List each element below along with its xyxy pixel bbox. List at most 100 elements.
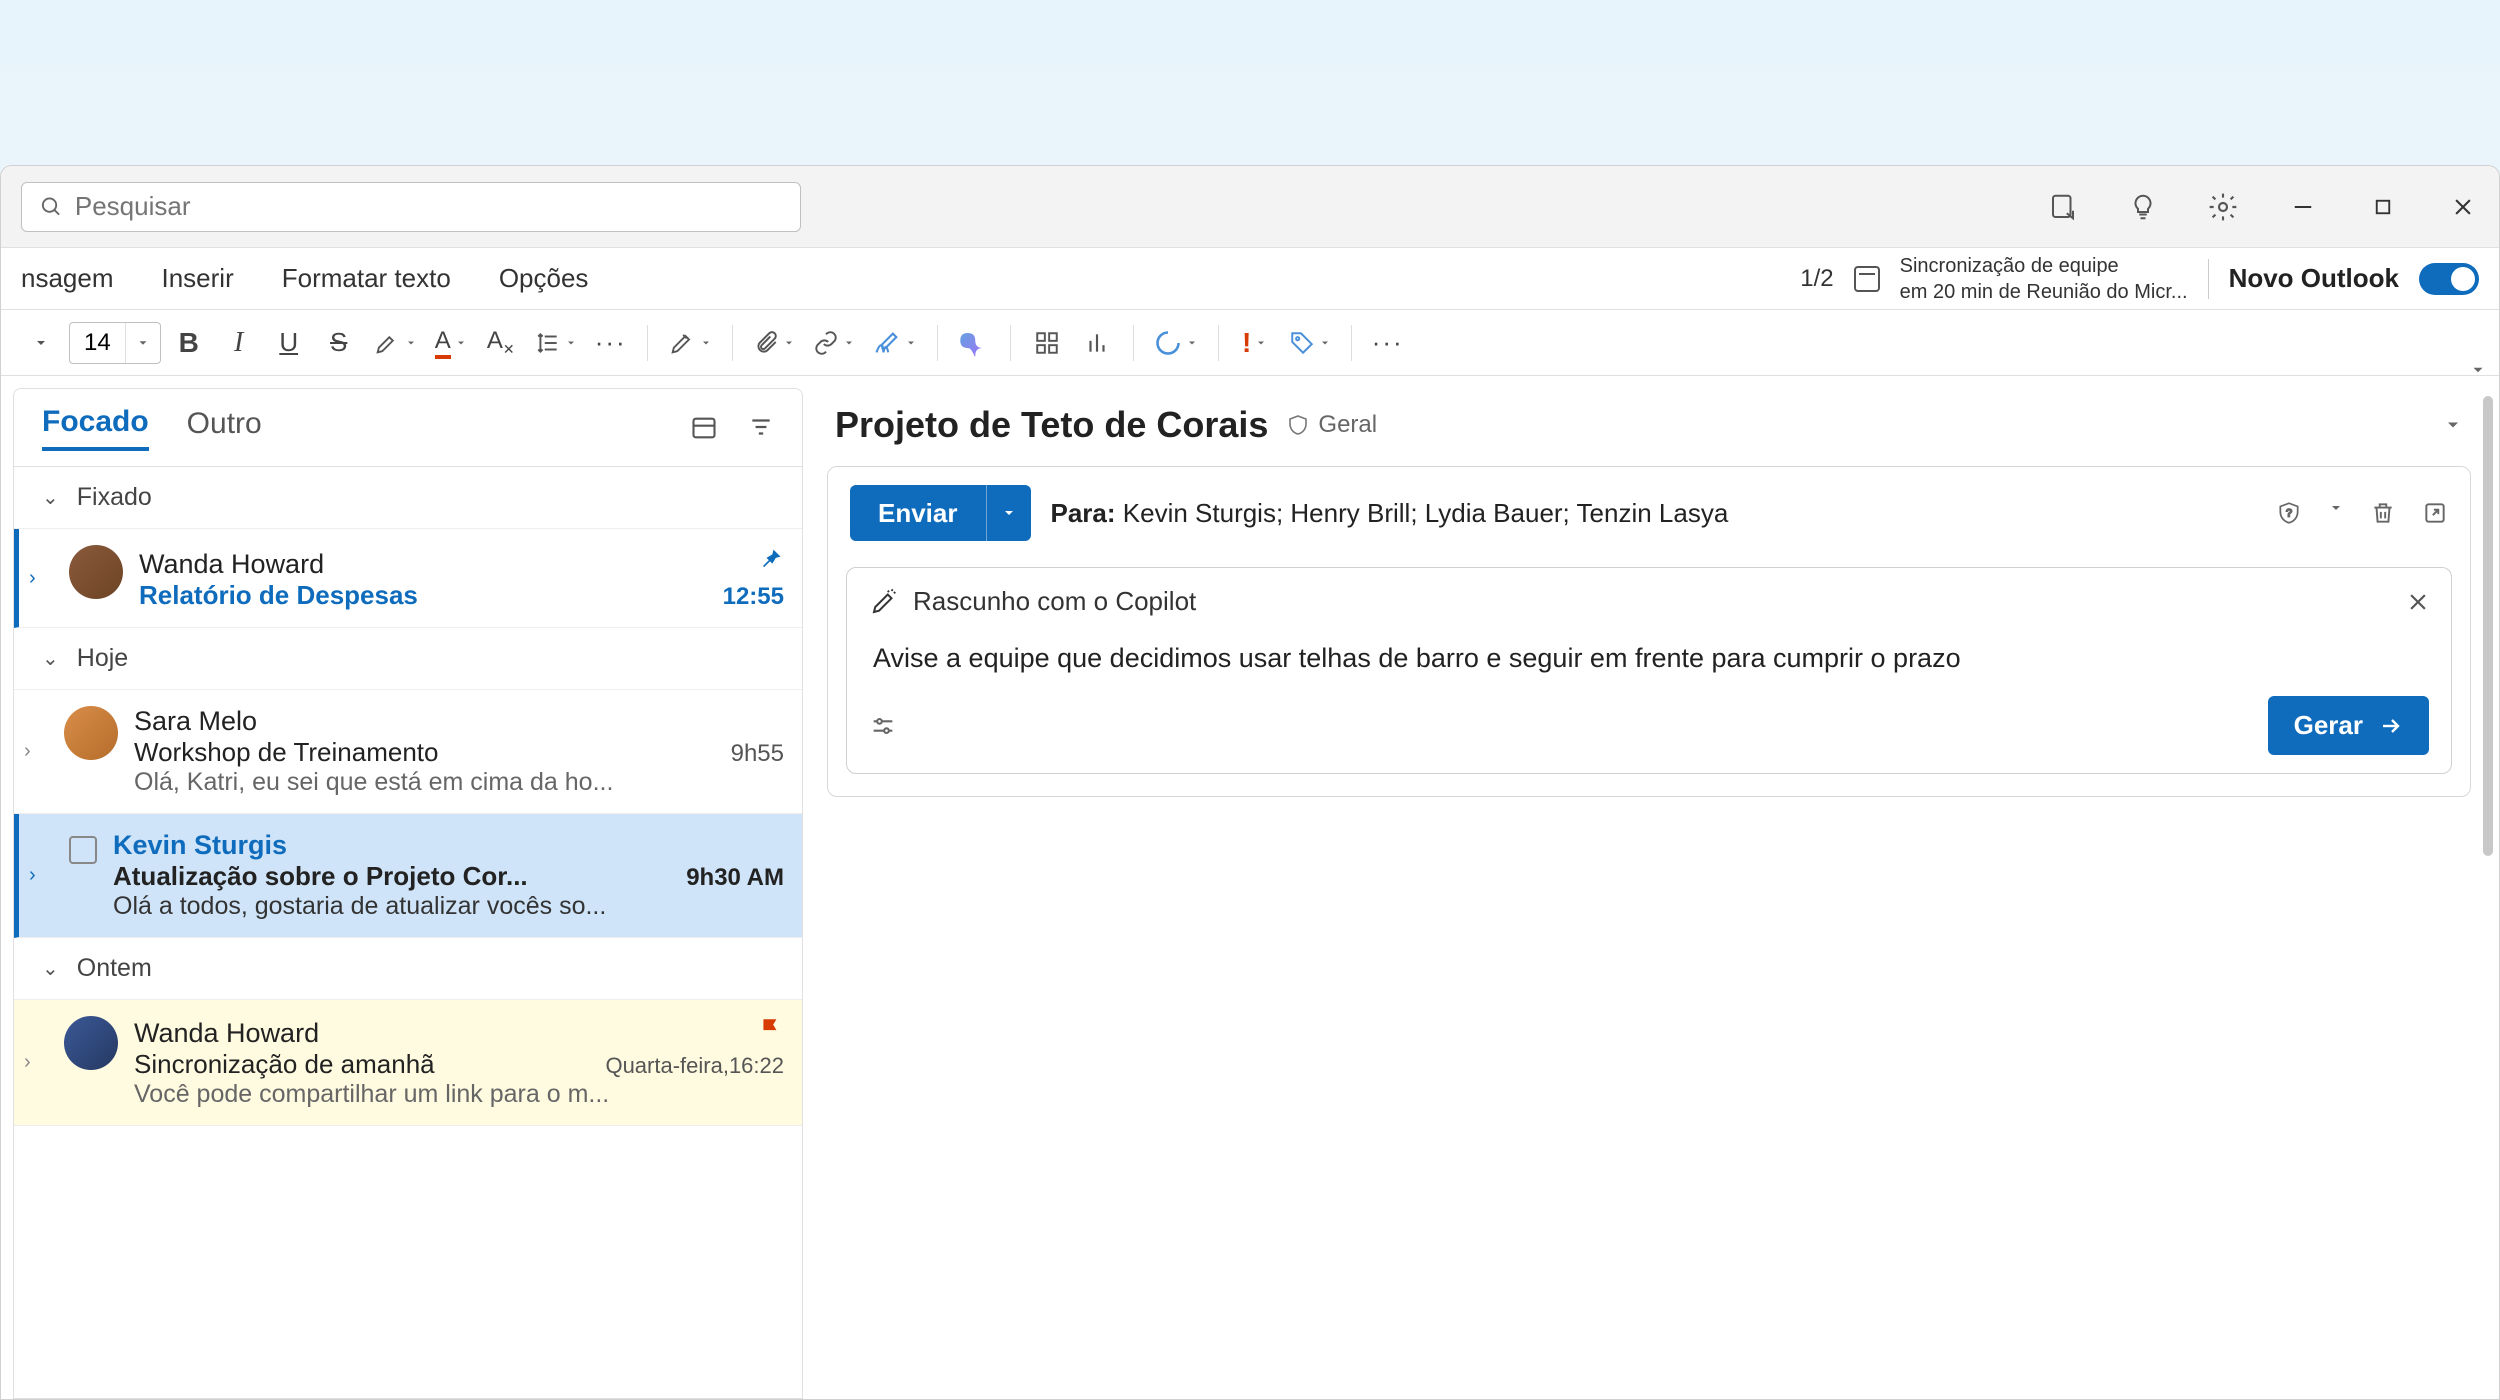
divider <box>2208 259 2209 299</box>
separator <box>732 325 733 361</box>
italic-button[interactable]: I <box>217 321 261 365</box>
expand-arrow-icon[interactable]: › <box>29 864 53 887</box>
lightbulb-icon[interactable] <box>2127 191 2159 223</box>
expand-arrow-icon[interactable]: › <box>24 740 48 763</box>
flag-icon[interactable] <box>758 1016 784 1042</box>
message-item-flagged[interactable]: › Wanda Howard Sincronização de amanhã Q… <box>14 1000 802 1126</box>
search-box[interactable] <box>21 182 801 232</box>
loop-button[interactable] <box>1148 321 1204 365</box>
signature-button[interactable] <box>867 321 923 365</box>
ribbon-tab-insert[interactable]: Inserir <box>162 263 234 294</box>
ribbon-tab-message[interactable]: nsagem <box>21 263 114 294</box>
section-yesterday[interactable]: ⌄ Ontem <box>14 938 802 1000</box>
message-preview: Você pode compartilhar um link para o m.… <box>134 1080 784 1109</box>
calendar-icon[interactable] <box>1854 266 1880 292</box>
font-family-dropdown[interactable] <box>19 321 63 365</box>
importance-button[interactable]: ! <box>1233 321 1277 365</box>
sync-line2: em 20 min de Reunião do Micr... <box>1900 279 2188 305</box>
category-label: Geral <box>1318 411 1377 439</box>
expand-arrow-icon[interactable]: › <box>29 567 53 590</box>
copilot-pen-icon <box>869 587 899 617</box>
send-options-dropdown[interactable] <box>986 485 1031 541</box>
close-button[interactable] <box>2447 191 2479 223</box>
search-input[interactable] <box>75 191 782 222</box>
message-subject: Sincronização de amanhã <box>134 1049 435 1080</box>
font-color-button[interactable]: A <box>429 321 473 365</box>
avatar <box>69 545 123 599</box>
section-pinned[interactable]: ⌄ Fixado <box>14 467 802 529</box>
send-button[interactable]: Enviar <box>850 485 986 541</box>
scrollbar[interactable] <box>2483 396 2495 896</box>
overflow-button[interactable]: ··· <box>1366 321 1410 365</box>
titlebar <box>1 166 2499 248</box>
maximize-button[interactable] <box>2367 191 2399 223</box>
chevron-down-icon[interactable] <box>2328 500 2344 526</box>
gear-icon[interactable] <box>2207 191 2239 223</box>
ribbon-tab-format[interactable]: Formatar texto <box>282 263 451 294</box>
pin-icon[interactable] <box>756 545 784 573</box>
delete-icon[interactable] <box>2370 500 2396 526</box>
generate-button[interactable]: Gerar <box>2268 696 2429 755</box>
more-format-button[interactable]: ··· <box>589 321 633 365</box>
list-tabs: Focado Outro <box>14 389 802 467</box>
popout-icon[interactable] <box>2422 500 2448 526</box>
thread-category[interactable]: Geral <box>1286 411 1377 439</box>
message-item[interactable]: › Sara Melo Workshop de Treinamento 9h55… <box>14 690 802 814</box>
chevron-down-icon: ⌄ <box>42 485 59 510</box>
font-size-select[interactable]: 14 <box>69 322 161 364</box>
separator <box>1218 325 1219 361</box>
bold-button[interactable]: B <box>167 321 211 365</box>
thread-collapse-caret[interactable] <box>2443 415 2463 435</box>
message-from: Kevin Sturgis <box>113 830 287 861</box>
sync-info[interactable]: Sincronização de equipe em 20 min de Reu… <box>1900 253 2188 305</box>
underline-button[interactable]: U <box>267 321 311 365</box>
attach-button[interactable] <box>747 321 801 365</box>
message-item-selected[interactable]: › Kevin Sturgis Atualização sobre o Proj… <box>14 814 802 938</box>
minimize-button[interactable] <box>2287 191 2319 223</box>
message-from: Wanda Howard <box>139 549 324 580</box>
compose-header: Enviar Para: Kevin Sturgis; Henry Brill;… <box>828 467 2470 559</box>
highlight-button[interactable] <box>367 321 423 365</box>
to-recipients: Kevin Sturgis; Henry Brill; Lydia Bauer;… <box>1123 498 1729 528</box>
tab-other[interactable]: Outro <box>187 407 262 449</box>
clear-format-button[interactable]: A✕ <box>479 321 523 365</box>
section-label: Fixado <box>77 483 152 512</box>
notes-icon[interactable] <box>2047 191 2079 223</box>
select-checkbox[interactable] <box>69 836 97 864</box>
avatar <box>64 1016 118 1070</box>
poll-button[interactable] <box>1075 321 1119 365</box>
copilot-prompt-input[interactable] <box>869 633 2429 696</box>
section-today[interactable]: ⌄ Hoje <box>14 628 802 690</box>
apps-button[interactable] <box>1025 321 1069 365</box>
styles-button[interactable] <box>662 321 718 365</box>
message-from: Sara Melo <box>134 706 257 737</box>
line-spacing-button[interactable] <box>529 321 583 365</box>
to-label: Para: <box>1051 498 1116 528</box>
to-field[interactable]: Para: Kevin Sturgis; Henry Brill; Lydia … <box>1051 498 1729 529</box>
message-time: 9h55 <box>731 740 784 768</box>
chevron-down-icon <box>125 323 160 363</box>
message-item-pinned[interactable]: › Wanda Howard Relatório de Despesas 12:… <box>14 529 802 628</box>
link-button[interactable] <box>807 321 861 365</box>
outlook-window: nsagem Inserir Formatar texto Opções 1/2… <box>0 165 2500 1400</box>
strikethrough-button[interactable]: S <box>317 321 361 365</box>
separator <box>1010 325 1011 361</box>
tag-button[interactable] <box>1283 321 1337 365</box>
ribbon-tabs: nsagem Inserir Formatar texto Opções 1/2… <box>1 248 2499 310</box>
scrollbar-thumb[interactable] <box>2483 396 2493 856</box>
filter-icon[interactable] <box>748 414 774 442</box>
sensitivity-icon[interactable]: ? <box>2276 500 2302 526</box>
ribbon-tab-options[interactable]: Opções <box>499 263 589 294</box>
message-time: 12:55 <box>723 583 784 611</box>
close-icon[interactable] <box>2407 591 2429 613</box>
tab-focused[interactable]: Focado <box>42 405 149 451</box>
copilot-button[interactable] <box>952 321 996 365</box>
layout-icon[interactable] <box>690 414 718 442</box>
chevron-down-icon: ⌄ <box>42 956 59 981</box>
expand-arrow-icon[interactable]: › <box>24 1051 48 1074</box>
new-outlook-toggle[interactable] <box>2419 263 2479 295</box>
copilot-draft-box: Rascunho com o Copilot Gerar <box>846 567 2452 774</box>
thread-header: Projeto de Teto de Corais Geral <box>827 392 2471 466</box>
font-size-value: 14 <box>70 329 125 357</box>
adjust-sliders-icon[interactable] <box>869 712 897 740</box>
